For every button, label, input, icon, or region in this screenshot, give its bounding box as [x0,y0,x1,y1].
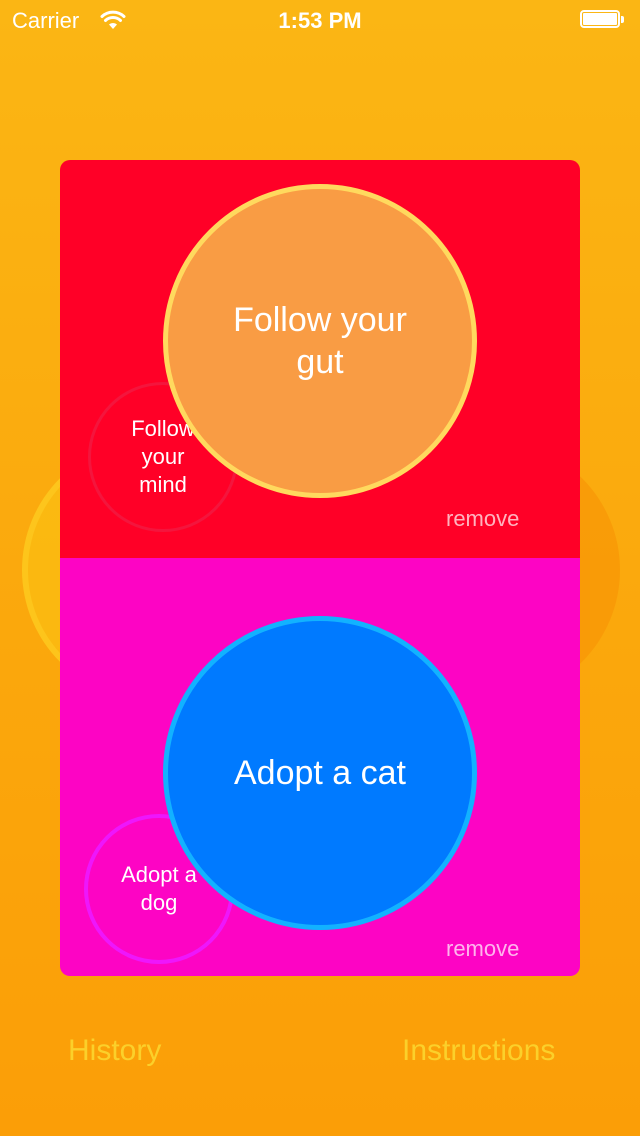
battery-icon [580,10,626,30]
remove-button[interactable]: remove [446,506,519,532]
main-choice-label: Follow your gut [233,301,407,381]
decision-panel-top: Follow your mind Follow your gut remove [60,160,580,558]
status-time: 1:53 PM [278,8,362,33]
main-choice-label: Adopt a cat [233,754,406,792]
decision-card: Follow your mind Follow your gut remove … [60,160,580,976]
remove-button[interactable]: remove [446,936,519,962]
decision-panel-bottom: Adopt a dog Adopt a cat remove [60,558,580,976]
alternate-choice-label: Adopt a dog [121,862,197,915]
status-bar: Carrier 1:53 PM [0,0,640,40]
main-choice-circle[interactable]: Follow your gut [163,184,477,498]
history-link[interactable]: History [68,1034,161,1068]
main-choice-circle[interactable]: Adopt a cat [163,616,477,930]
instructions-link[interactable]: Instructions [402,1034,555,1068]
